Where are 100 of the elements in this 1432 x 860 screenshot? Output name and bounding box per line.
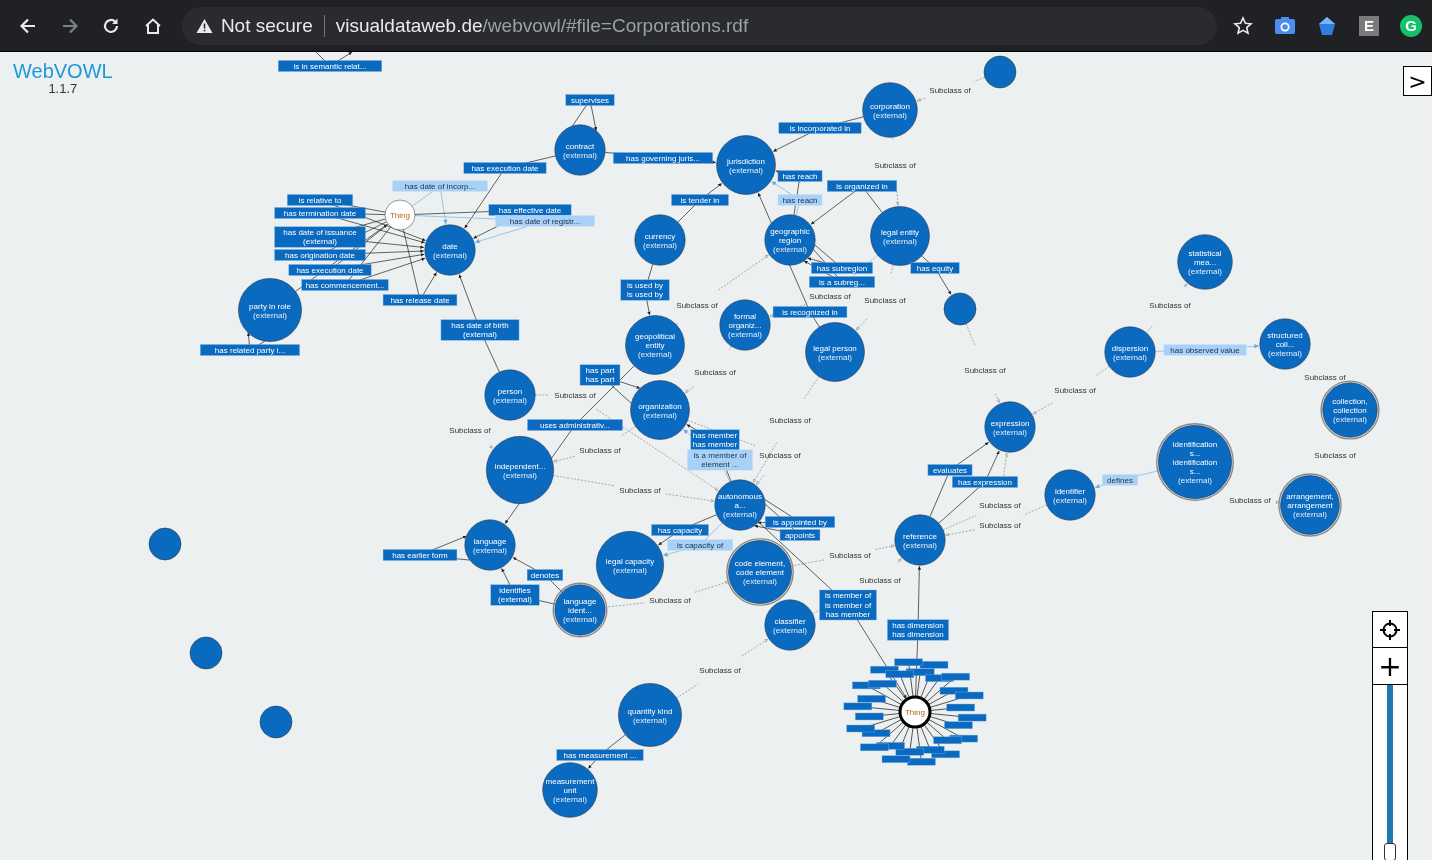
property-label[interactable]: is organized in: [827, 180, 897, 192]
property-label[interactable]: has effective date: [488, 204, 572, 216]
property-label[interactable]: has origination date: [274, 249, 366, 261]
property-label[interactable]: denotes: [526, 569, 564, 581]
property-label[interactable]: has governing juris...: [613, 152, 713, 164]
property-label[interactable]: has observed value: [1163, 344, 1247, 356]
property-label[interactable]: has termination date: [274, 207, 366, 219]
property-label[interactable]: uses administrativ...: [527, 419, 623, 431]
class-node[interactable]: [259, 705, 293, 739]
property-label[interactable]: has commencement...: [301, 279, 389, 291]
class-node[interactable]: geopolitical entity (external): [625, 315, 685, 375]
property-box[interactable]: [868, 680, 897, 688]
security-label[interactable]: Not secure: [220, 14, 313, 37]
property-box[interactable]: [895, 748, 925, 756]
class-node[interactable]: date (external): [424, 224, 476, 276]
property-box[interactable]: [857, 695, 886, 703]
property-box[interactable]: [881, 755, 911, 763]
property-label[interactable]: is a subreg...: [809, 276, 875, 288]
camera-icon[interactable]: [1274, 15, 1296, 36]
class-node[interactable]: statistical mea... (external): [1177, 234, 1233, 290]
class-node[interactable]: contract (external): [554, 124, 606, 176]
class-node[interactable]: currency (external): [634, 214, 686, 266]
property-label[interactable]: has part has part: [579, 364, 621, 386]
property-label[interactable]: defines: [1101, 474, 1139, 486]
property-label[interactable]: has measurement ...: [556, 749, 644, 761]
property-label[interactable]: has capacity: [651, 524, 709, 536]
property-box[interactable]: [955, 691, 984, 700]
sidebar-toggle[interactable]: >: [1403, 66, 1432, 96]
property-box[interactable]: [885, 670, 914, 678]
property-label[interactable]: is tender in: [671, 194, 729, 206]
class-node[interactable]: measurement unit (external): [542, 762, 598, 818]
property-label[interactable]: has reach: [777, 170, 823, 182]
property-label[interactable]: appoints: [779, 529, 821, 541]
property-box[interactable]: [946, 703, 975, 712]
class-node[interactable]: legal person (external): [805, 322, 865, 382]
class-node[interactable]: formal organiz... (external): [719, 299, 771, 351]
class-node[interactable]: structured coll... (external): [1259, 318, 1311, 370]
property-box[interactable]: [933, 736, 962, 744]
locate-button[interactable]: [1372, 611, 1408, 648]
class-node[interactable]: dispersion (external): [1104, 326, 1156, 378]
class-node[interactable]: organization (external): [630, 380, 690, 440]
property-box[interactable]: [855, 712, 884, 721]
property-label[interactable]: is in semantic relat...: [278, 60, 382, 72]
property-label[interactable]: is relative to: [287, 194, 353, 206]
class-node[interactable]: quantity kind (external): [618, 683, 682, 747]
property-label[interactable]: has related party i...: [200, 344, 300, 356]
property-box[interactable]: [846, 724, 875, 733]
extension-icon[interactable]: [1318, 15, 1336, 36]
class-node[interactable]: legal entity (external): [870, 206, 930, 266]
class-node[interactable]: [983, 55, 1017, 89]
property-box[interactable]: [919, 661, 949, 669]
class-node[interactable]: [148, 527, 182, 561]
thing-node[interactable]: Thing: [384, 199, 416, 231]
class-node[interactable]: expression (external): [984, 401, 1036, 453]
property-label[interactable]: is appointed by: [765, 516, 835, 528]
class-node[interactable]: classifier (external): [764, 599, 816, 651]
property-box[interactable]: [860, 743, 889, 752]
property-label[interactable]: has dimension has dimension: [887, 619, 949, 641]
zoom-slider[interactable]: [1372, 685, 1408, 860]
property-label[interactable]: evaluates: [927, 464, 973, 476]
class-node[interactable]: [189, 636, 223, 670]
property-box[interactable]: [944, 721, 973, 729]
class-node[interactable]: reference (external): [894, 514, 946, 566]
class-node[interactable]: party in role (external): [238, 278, 302, 342]
property-label[interactable]: has date of birth (external): [440, 319, 520, 341]
class-node[interactable]: geographic region (external): [764, 214, 816, 266]
class-node[interactable]: independent... (external): [486, 436, 554, 504]
class-node[interactable]: autonomous a... (external): [714, 479, 766, 531]
property-label[interactable]: is incorporated in: [778, 122, 862, 134]
class-node[interactable]: identifier (external): [1044, 469, 1096, 521]
property-label[interactable]: has date of issuance (external): [274, 226, 366, 248]
property-label[interactable]: has subregion: [811, 262, 873, 274]
zoom-in-button[interactable]: +: [1372, 648, 1408, 685]
url-text[interactable]: visualdataweb.de/webvowl/#file=Corporations.rdf: [335, 14, 749, 37]
property-label[interactable]: has expression: [952, 476, 1018, 488]
property-label[interactable]: has execution date: [463, 162, 547, 174]
class-node[interactable]: language (external): [464, 519, 516, 571]
star-icon[interactable]: [1233, 15, 1253, 36]
class-node[interactable]: corporation (external): [862, 82, 918, 138]
property-box[interactable]: [894, 658, 923, 666]
slider-thumb[interactable]: [1384, 843, 1396, 860]
property-label[interactable]: is a member of element ...: [687, 449, 753, 471]
property-label[interactable]: has earlier form: [382, 549, 458, 561]
class-node[interactable]: collection, collection (external): [1320, 380, 1380, 440]
property-box[interactable]: [941, 672, 970, 681]
property-label[interactable]: has execution date: [288, 264, 372, 276]
property-label[interactable]: has member has member: [690, 429, 740, 451]
property-label[interactable]: has release date: [382, 294, 458, 306]
property-label[interactable]: is capacity of: [667, 539, 733, 551]
class-node[interactable]: [943, 292, 977, 326]
class-node[interactable]: arrangement, arrangement (external): [1278, 473, 1342, 537]
warning-icon[interactable]: [195, 17, 213, 34]
property-label[interactable]: has date of registr...: [495, 215, 595, 227]
property-label[interactable]: is member of is member of has member: [819, 589, 877, 621]
thing-node[interactable]: Thing: [898, 695, 932, 729]
class-node[interactable]: jurisdiction (external): [716, 135, 776, 195]
property-label[interactable]: is recognized in: [772, 306, 848, 318]
property-label[interactable]: has equity: [910, 262, 960, 274]
property-label[interactable]: is used by is used by: [620, 279, 670, 301]
crosshair-icon[interactable]: [1379, 618, 1401, 641]
